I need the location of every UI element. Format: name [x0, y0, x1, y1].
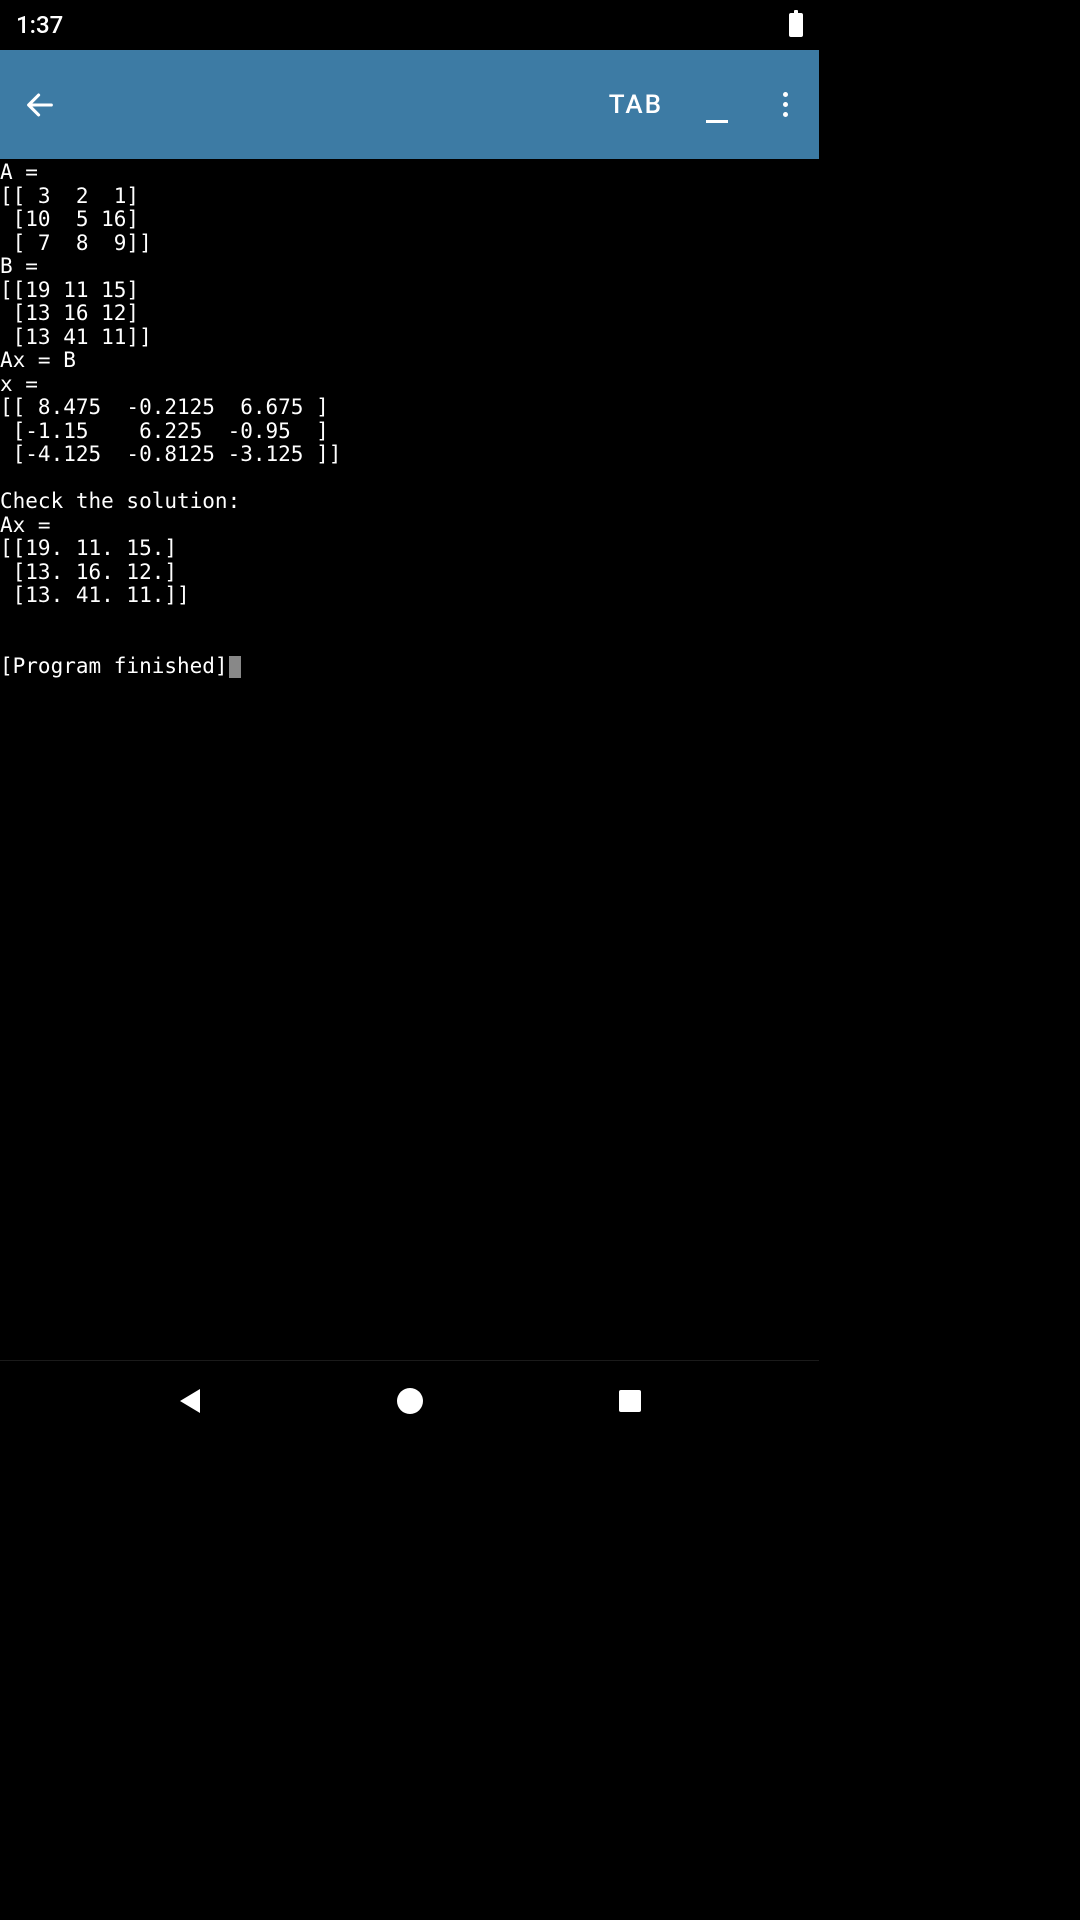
- terminal-line: [[ 3 2 1]: [0, 185, 819, 209]
- terminal-output[interactable]: A =[[ 3 2 1] [10 5 16] [ 7 8 9]]B =[[19 …: [0, 159, 819, 678]
- terminal-line: B =: [0, 255, 819, 279]
- terminal-line: [13. 16. 12.]: [0, 561, 819, 585]
- terminal-line: Check the solution:: [0, 490, 819, 514]
- terminal-line: [-1.15 6.225 -0.95 ]: [0, 420, 819, 444]
- terminal-line: A =: [0, 161, 819, 185]
- terminal-line: [ 7 8 9]]: [0, 232, 819, 256]
- terminal-line: [0, 631, 819, 655]
- more-vert-icon: [783, 92, 788, 97]
- terminal-line: [13 41 11]]: [0, 326, 819, 350]
- terminal-line: [[19. 11. 15.]: [0, 537, 819, 561]
- minimize-icon: [706, 120, 728, 123]
- terminal-line: Ax = B: [0, 349, 819, 373]
- terminal-line: [-4.125 -0.8125 -3.125 ]]: [0, 443, 819, 467]
- back-button[interactable]: [16, 81, 64, 129]
- tab-button[interactable]: TAB: [609, 90, 663, 120]
- terminal-line: [13. 41. 11.]]: [0, 584, 819, 608]
- terminal-cursor: [229, 656, 241, 678]
- app-bar: TAB: [0, 50, 819, 159]
- status-bar: 1:37: [0, 0, 819, 50]
- terminal-line: [10 5 16]: [0, 208, 819, 232]
- android-nav-bar: [0, 1360, 819, 1440]
- terminal-line: [0, 608, 819, 632]
- square-recents-icon: [619, 1390, 641, 1412]
- triangle-back-icon: [180, 1389, 200, 1413]
- terminal-line: [[ 8.475 -0.2125 6.675 ]: [0, 396, 819, 420]
- terminal-line: x =: [0, 373, 819, 397]
- nav-recents-button[interactable]: [610, 1381, 650, 1421]
- terminal-line: [Program finished]: [0, 655, 819, 679]
- status-time: 1:37: [16, 11, 63, 39]
- minimize-button[interactable]: [693, 81, 741, 129]
- nav-back-button[interactable]: [170, 1381, 210, 1421]
- battery-icon: [789, 13, 803, 37]
- arrow-left-icon: [23, 88, 57, 122]
- terminal-line: Ax =: [0, 514, 819, 538]
- terminal-line: [0, 467, 819, 491]
- terminal-line: [13 16 12]: [0, 302, 819, 326]
- terminal-line: [[19 11 15]: [0, 279, 819, 303]
- circle-home-icon: [397, 1388, 423, 1414]
- overflow-menu-button[interactable]: [761, 81, 809, 129]
- nav-home-button[interactable]: [390, 1381, 430, 1421]
